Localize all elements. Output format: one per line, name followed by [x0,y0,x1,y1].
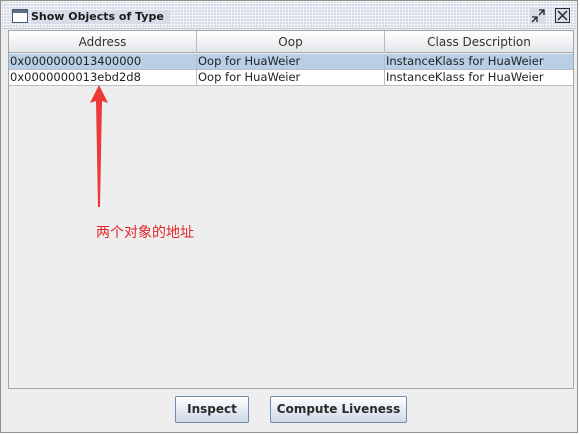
oop-cell: Oop for HuaWeier [197,70,385,86]
objects-table[interactable]: Address Oop Class Description 0x00000000… [8,30,574,389]
class-description-cell: InstanceKlass for HuaWeier [386,70,544,84]
window-title: Show Objects of Type [31,10,170,24]
window-icon [12,9,28,23]
class-description-cell: InstanceKlass for HuaWeier [386,54,544,68]
red-arrow-icon [90,85,108,207]
close-icon[interactable] [555,8,570,23]
minimize-icon[interactable] [530,8,546,24]
oop-cell: Oop for HuaWeier [197,54,385,70]
annotation-label: 两个对象的地址 [96,225,194,241]
table-header: Address Oop Class Description [9,31,573,53]
title-bar[interactable]: Show Objects of Type [2,2,576,29]
address-cell: 0x0000000013ebd2d8 [9,70,197,86]
compute-liveness-button[interactable]: Compute Liveness [270,396,407,423]
column-header-address[interactable]: Address [9,31,197,53]
table-row[interactable]: 0x0000000013400000 Oop for HuaWeier Inst… [9,54,573,70]
table-row[interactable]: 0x0000000013ebd2d8 Oop for HuaWeier Inst… [9,70,573,86]
column-header-class-description[interactable]: Class Description [385,31,573,53]
column-header-oop[interactable]: Oop [197,31,385,53]
inspect-button[interactable]: Inspect [175,396,249,423]
address-cell: 0x0000000013400000 [9,54,197,70]
show-objects-window: Show Objects of Type Address Oop Class D… [0,0,578,433]
